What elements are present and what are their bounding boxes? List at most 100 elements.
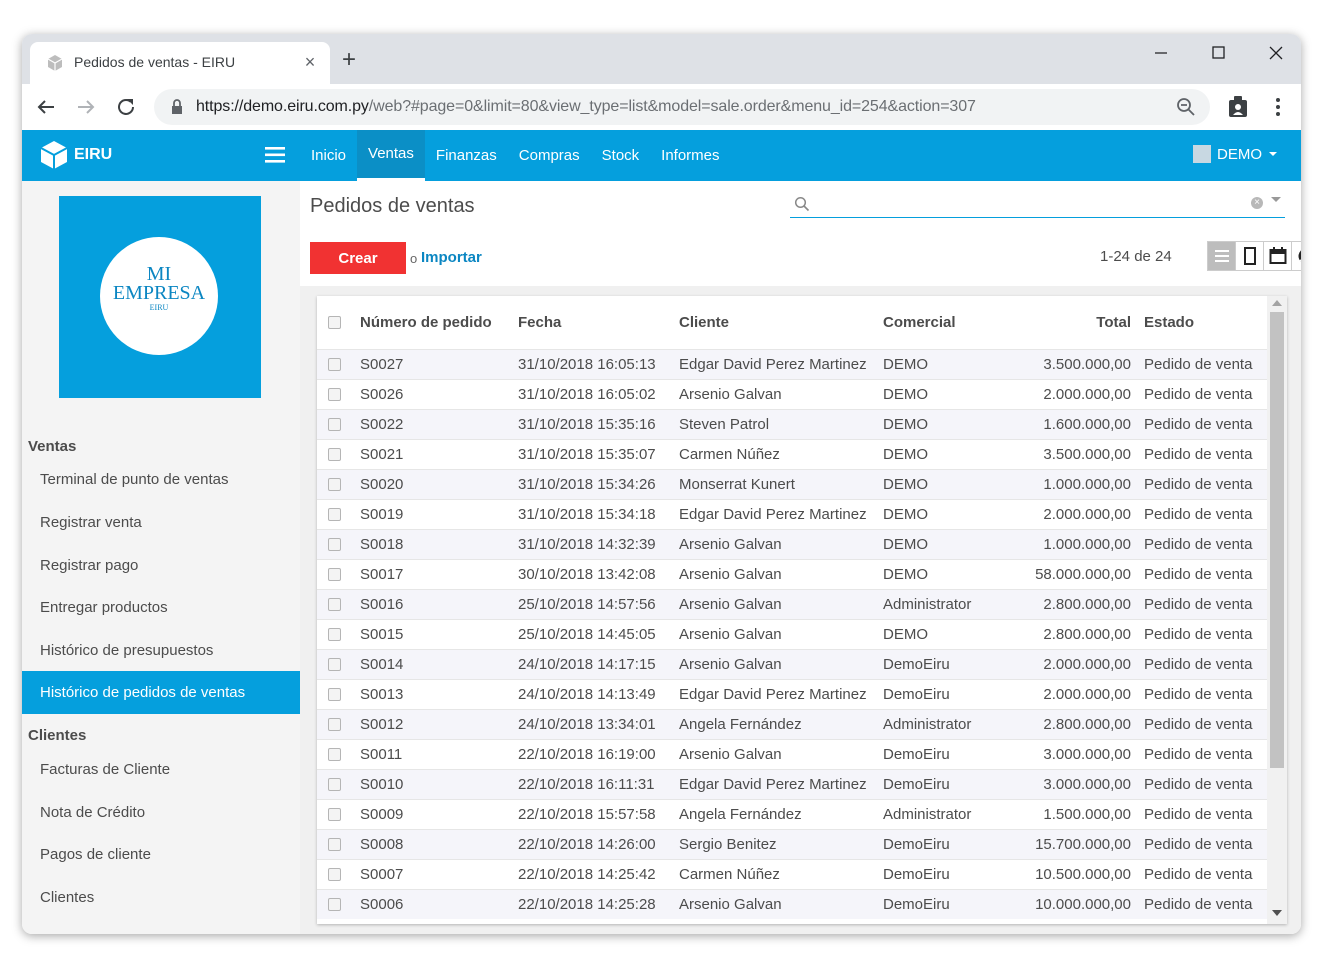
order-total: 3.500.000,00 <box>1043 445 1131 463</box>
scroll-up-arrow-icon[interactable] <box>1272 300 1282 306</box>
list-view-button[interactable] <box>1208 242 1236 270</box>
table-row[interactable]: S0017 30/10/2018 13:42:08 Arsenio Galvan DE… <box>317 559 1267 589</box>
row-checkbox[interactable] <box>327 508 341 522</box>
graph-view-button[interactable] <box>1292 242 1301 270</box>
new-tab-button[interactable]: + <box>342 48 356 72</box>
col-fecha[interactable]: Fecha <box>518 296 679 349</box>
menu-informes[interactable]: Informes <box>650 130 730 181</box>
row-checkbox[interactable] <box>327 448 341 462</box>
menu-compras[interactable]: Compras <box>508 130 591 181</box>
row-checkbox[interactable] <box>327 688 341 702</box>
menu-stock[interactable]: Stock <box>591 130 651 181</box>
order-salesperson: DemoEiru <box>883 655 950 673</box>
create-button[interactable]: Crear <box>310 242 406 274</box>
table-row[interactable]: S0020 31/10/2018 15:34:26 Monserrat Kunert… <box>317 469 1267 499</box>
col-numero-pedido[interactable]: Número de pedido <box>351 296 518 349</box>
table-row[interactable]: S0021 31/10/2018 15:35:07 Carmen Núñez DEMO… <box>317 439 1267 469</box>
table-row[interactable]: S0006 22/10/2018 14:25:28 Arsenio Galvan De… <box>317 889 1267 919</box>
table-row[interactable]: S0026 31/10/2018 16:05:02 Arsenio Galvan DE… <box>317 379 1267 409</box>
order-status: Pedido de venta <box>1144 745 1253 763</box>
reload-icon[interactable] <box>112 93 140 121</box>
menu-inicio[interactable]: Inicio <box>300 130 357 181</box>
table-row[interactable]: S0012 24/10/2018 13:34:01 Angela Fernández… <box>317 709 1267 739</box>
row-checkbox[interactable] <box>327 358 341 372</box>
table-row[interactable]: S0016 25/10/2018 14:57:56 Arsenio Galvan Ad… <box>317 589 1267 619</box>
row-checkbox[interactable] <box>327 658 341 672</box>
zoom-icon[interactable] <box>1176 97 1196 117</box>
tab-close-icon[interactable]: × <box>300 50 320 74</box>
browser-tab[interactable]: Pedidos de ventas - EIRU × <box>30 42 330 84</box>
table-row[interactable]: S0015 25/10/2018 14:45:05 Arsenio Galvan DE… <box>317 619 1267 649</box>
col-comercial[interactable]: Comercial <box>883 296 1003 349</box>
sidebar-item-historico-presupuestos[interactable]: Histórico de presupuestos <box>22 629 300 672</box>
row-checkbox[interactable] <box>327 628 341 642</box>
sidebar-item-historico-pedidos[interactable]: Histórico de pedidos de ventas <box>22 671 300 714</box>
table-row[interactable]: S0007 22/10/2018 14:25:42 Carmen Núñez Demo… <box>317 859 1267 889</box>
minimize-icon[interactable] <box>1141 38 1181 68</box>
back-arrow-icon[interactable] <box>32 93 60 121</box>
sidebar-item-clientes[interactable]: Clientes <box>22 876 300 919</box>
import-link[interactable]: Importar <box>421 249 482 266</box>
table-row[interactable]: S0027 31/10/2018 16:05:13 Edgar David Pere… <box>317 349 1267 379</box>
close-window-icon[interactable] <box>1256 38 1296 68</box>
col-cliente[interactable]: Cliente <box>679 296 883 349</box>
maximize-icon[interactable] <box>1198 38 1238 68</box>
menu-finanzas[interactable]: Finanzas <box>425 130 508 181</box>
calendar-view-button[interactable] <box>1264 242 1292 270</box>
table-row[interactable]: S0009 22/10/2018 15:57:58 Angela Fernández… <box>317 799 1267 829</box>
sidebar-item-pagos-cliente[interactable]: Pagos de cliente <box>22 833 300 876</box>
vertical-scrollbar[interactable] <box>1267 296 1287 924</box>
address-bar[interactable]: https://demo.eiru.com.py/web?#page=0&lim… <box>154 89 1210 125</box>
sidebar-item-registrar-venta[interactable]: Registrar venta <box>22 501 300 544</box>
user-menu[interactable]: DEMO <box>1193 145 1279 163</box>
col-total[interactable]: Total <box>1003 296 1144 349</box>
profile-badge-icon[interactable] <box>1224 93 1252 121</box>
row-checkbox[interactable] <box>327 748 341 762</box>
order-total: 1.000.000,00 <box>1043 535 1131 553</box>
row-checkbox[interactable] <box>327 838 341 852</box>
order-total: 1.000.000,00 <box>1043 475 1131 493</box>
row-checkbox[interactable] <box>327 718 341 732</box>
menu-ventas[interactable]: Ventas <box>357 130 425 181</box>
form-view-button[interactable] <box>1236 242 1264 270</box>
order-salesperson: DEMO <box>883 415 928 433</box>
brand-name[interactable]: EIRU <box>74 146 112 164</box>
sidebar-item-entregar-productos[interactable]: Entregar productos <box>22 586 300 629</box>
table-row[interactable]: S0022 31/10/2018 15:35:16 Steven Patrol DEM… <box>317 409 1267 439</box>
table-row[interactable]: S0018 31/10/2018 14:32:39 Arsenio Galvan DE… <box>317 529 1267 559</box>
sidebar-item-facturas-cliente[interactable]: Facturas de Cliente <box>22 748 300 791</box>
row-checkbox[interactable] <box>327 898 341 912</box>
forward-arrow-icon[interactable] <box>72 93 100 121</box>
col-estado[interactable]: Estado <box>1144 296 1267 349</box>
row-checkbox[interactable] <box>327 868 341 882</box>
row-checkbox[interactable] <box>327 418 341 432</box>
hamburger-menu-icon[interactable] <box>264 144 286 166</box>
sidebar-item-nota-credito[interactable]: Nota de Crédito <box>22 791 300 834</box>
sidebar-item-registrar-pago[interactable]: Registrar pago <box>22 544 300 587</box>
order-date: 31/10/2018 15:35:16 <box>518 415 656 433</box>
table-row[interactable]: S0008 22/10/2018 14:26:00 Sergio Benitez De… <box>317 829 1267 859</box>
sidebar-item-terminal-punto-de-ventas[interactable]: Terminal de punto de ventas <box>22 458 300 501</box>
row-checkbox[interactable] <box>327 598 341 612</box>
search-clear-icon[interactable]: × <box>1251 197 1263 209</box>
table-row[interactable]: S0014 24/10/2018 14:17:15 Arsenio Galvan De… <box>317 649 1267 679</box>
select-all-checkbox[interactable] <box>327 316 341 330</box>
search-input[interactable] <box>812 193 1256 215</box>
table-row[interactable]: S0011 22/10/2018 16:19:00 Arsenio Galvan De… <box>317 739 1267 769</box>
scroll-down-arrow-icon[interactable] <box>1272 910 1282 916</box>
row-checkbox[interactable] <box>327 808 341 822</box>
row-checkbox[interactable] <box>327 388 341 402</box>
table-row[interactable]: S0013 24/10/2018 14:13:49 Edgar David Pere… <box>317 679 1267 709</box>
row-checkbox[interactable] <box>327 778 341 792</box>
table-row[interactable]: S0019 31/10/2018 15:34:18 Edgar David Pere… <box>317 499 1267 529</box>
row-checkbox[interactable] <box>327 478 341 492</box>
row-checkbox[interactable] <box>327 538 341 552</box>
scroll-thumb[interactable] <box>1270 312 1284 768</box>
row-checkbox[interactable] <box>327 568 341 582</box>
pager-value[interactable]: 1-24 de 24 <box>1100 248 1172 265</box>
more-options-icon[interactable] <box>1264 93 1292 121</box>
search-options-toggle-icon[interactable] <box>1271 197 1281 202</box>
eiru-cube-logo-icon[interactable] <box>38 139 70 171</box>
order-total: 2.000.000,00 <box>1043 505 1131 523</box>
table-row[interactable]: S0010 22/10/2018 16:11:31 Edgar David Pere… <box>317 769 1267 799</box>
